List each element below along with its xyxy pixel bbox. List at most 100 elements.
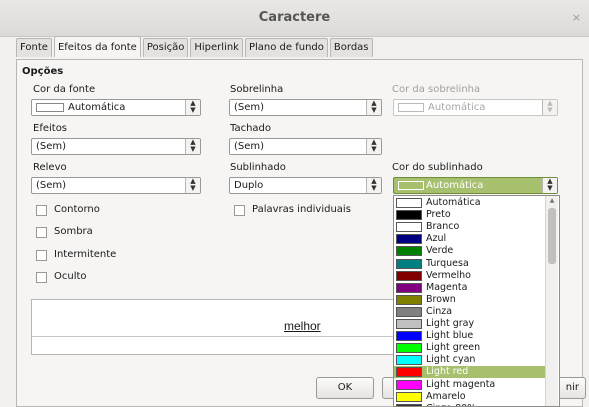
color-swatch	[396, 210, 422, 221]
color-list-item[interactable]: Turquesa	[394, 258, 546, 270]
color-list-item[interactable]: Cinza 80%	[394, 403, 546, 406]
overline-value: (Sem)	[234, 102, 265, 113]
color-list-item[interactable]: Light magenta	[394, 379, 546, 391]
color-list-item[interactable]: Preto	[394, 209, 546, 221]
underline-color-dropdown[interactable]: Automática Preto Branco Azul Verde Turquesa Ve…	[393, 195, 560, 407]
title-bar: Caractere ×	[0, 0, 589, 37]
color-list-item[interactable]: Verde	[394, 245, 546, 257]
tab-fonte[interactable]: Fonte	[16, 38, 52, 57]
tab-bordas[interactable]: Bordas	[329, 38, 373, 57]
arrow-down-icon: ▼	[371, 145, 377, 153]
arrow-down-icon: ▼	[547, 106, 553, 114]
font-color-value: Automática	[68, 102, 126, 113]
arrow-down-icon: ▼	[547, 184, 553, 192]
color-swatch	[396, 355, 422, 366]
blinking-label: Intermitente	[54, 249, 117, 260]
spin-arrows-icon: ▲ ▼	[366, 139, 381, 154]
color-list-item[interactable]: Light red	[394, 366, 546, 379]
color-swatch	[36, 103, 64, 112]
arrow-down-icon: ▼	[190, 184, 196, 192]
close-icon[interactable]: ×	[572, 11, 581, 24]
color-swatch	[396, 270, 422, 281]
color-name: Branco	[426, 221, 460, 233]
color-swatch	[396, 331, 422, 342]
color-swatch	[396, 246, 422, 257]
color-swatch	[396, 367, 422, 378]
spin-arrows-icon: ▲ ▼	[542, 178, 557, 193]
color-name: Light red	[426, 366, 469, 378]
color-name: Turquesa	[426, 257, 469, 269]
color-name: Cinza 80%	[426, 403, 476, 406]
color-name: Vermelho	[426, 269, 471, 281]
spin-arrows-icon: ▲ ▼	[185, 100, 200, 115]
underline-color-label: Cor do sublinhado	[392, 162, 483, 173]
color-list-item[interactable]: Vermelho	[394, 270, 546, 282]
strikethrough-label: Tachado	[230, 123, 272, 134]
section-title: Opções	[22, 66, 64, 77]
relief-select[interactable]: (Sem) ▲ ▼	[31, 177, 201, 194]
overline-color-label: Cor da sobrelinha	[392, 84, 481, 95]
outline-label: Contorno	[54, 204, 100, 215]
ok-button[interactable]: OK	[316, 377, 374, 399]
spin-arrows-icon: ▲ ▼	[366, 100, 381, 115]
color-swatch	[396, 222, 422, 233]
dropdown-scrollbar[interactable]: ▲	[545, 196, 558, 406]
color-name: Light gray	[426, 318, 475, 329]
color-list-item[interactable]: Light blue	[394, 330, 546, 342]
spin-arrows-icon: ▲ ▼	[542, 100, 557, 115]
tab-posicao[interactable]: Posição	[142, 38, 189, 57]
color-name: Magenta	[426, 281, 468, 293]
color-swatch	[396, 319, 422, 329]
scroll-up-icon[interactable]: ▲	[546, 196, 558, 206]
overline-color-value: Automática	[428, 102, 486, 113]
underline-label: Sublinhado	[230, 162, 286, 173]
color-name: Verde	[426, 245, 454, 257]
shadow-checkbox[interactable]	[36, 227, 47, 238]
color-name: Light cyan	[426, 354, 476, 366]
color-swatch	[396, 258, 422, 269]
blinking-checkbox[interactable]	[36, 250, 47, 261]
effects-select[interactable]: (Sem) ▲ ▼	[31, 138, 201, 155]
color-name: Cinza	[426, 305, 453, 317]
spin-arrows-icon: ▲ ▼	[185, 139, 200, 154]
hidden-checkbox[interactable]	[36, 272, 47, 283]
color-name: Brown	[426, 293, 456, 305]
color-list-item[interactable]: Light cyan	[394, 354, 546, 366]
color-name: Light magenta	[426, 378, 496, 390]
arrow-down-icon: ▼	[371, 184, 377, 192]
underline-select[interactable]: Duplo ▲ ▼	[229, 177, 382, 194]
underline-color-select[interactable]: Automática ▲ ▼	[393, 177, 558, 194]
tab-hiperlink[interactable]: Hiperlink	[190, 38, 243, 57]
color-list-item[interactable]: Branco	[394, 221, 546, 233]
color-list-item[interactable]: Azul	[394, 233, 546, 245]
color-swatch	[396, 391, 422, 402]
color-swatch	[396, 294, 422, 305]
overline-select[interactable]: (Sem) ▲ ▼	[229, 99, 382, 116]
color-swatch	[398, 103, 424, 112]
arrow-down-icon: ▼	[190, 106, 196, 114]
tab-bar: Fonte Efeitos da fonte Posição Hiperlink…	[16, 36, 375, 58]
color-name: Preto	[426, 209, 451, 221]
color-swatch	[396, 379, 422, 390]
color-list-item[interactable]: Cinza	[394, 306, 546, 318]
underline-color-value: Automática	[426, 180, 484, 191]
color-list-item[interactable]: Light gray	[394, 318, 546, 330]
color-swatch	[396, 343, 422, 354]
font-color-select[interactable]: Automática ▲ ▼	[31, 99, 201, 116]
window-title: Caractere	[258, 10, 331, 25]
strikethrough-select[interactable]: (Sem) ▲ ▼	[229, 138, 382, 155]
tab-efeitos-da-fonte[interactable]: Efeitos da fonte	[53, 36, 141, 57]
color-swatch	[396, 234, 422, 245]
color-list-item[interactable]: Magenta	[394, 282, 546, 294]
tab-plano-de-fundo[interactable]: Plano de fundo	[244, 38, 328, 57]
color-name: Light blue	[426, 330, 474, 342]
color-swatch	[396, 282, 422, 293]
scroll-thumb[interactable]	[548, 208, 556, 264]
color-list-item[interactable]: Brown	[394, 294, 546, 306]
outline-checkbox[interactable]	[36, 205, 47, 216]
color-list-item[interactable]: Automática	[394, 197, 546, 209]
spin-arrows-icon: ▲ ▼	[185, 178, 200, 193]
individual-words-checkbox[interactable]	[234, 205, 245, 216]
color-list-item[interactable]: Amarelo	[394, 391, 546, 403]
color-list-item[interactable]: Light green	[394, 342, 546, 354]
